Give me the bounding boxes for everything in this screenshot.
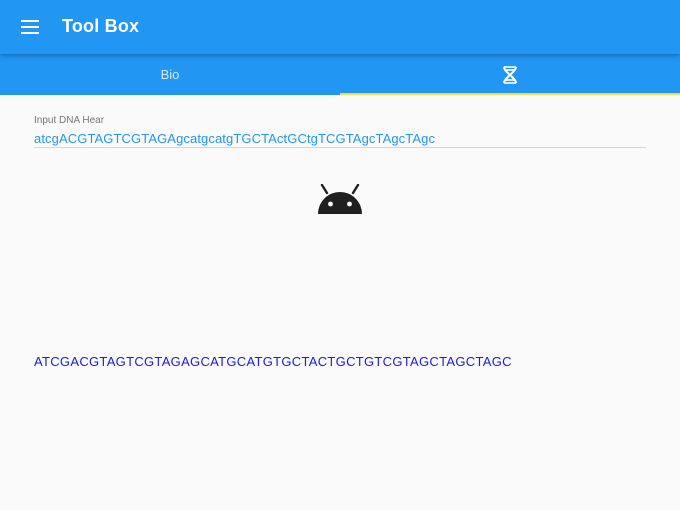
tab-bio-label: Bio [160, 67, 180, 82]
dna-input-field: Input DNA Hear [34, 112, 646, 148]
dna-input-underline [34, 147, 646, 148]
app-toolbar: Tool Box [0, 0, 680, 54]
hamburger-menu-icon[interactable] [21, 20, 39, 34]
android-icon [318, 184, 362, 214]
app-window: Tool Box Bio Input DNA Hear atcgACGTAGTC… [0, 0, 680, 510]
dna-input[interactable] [34, 128, 646, 148]
tab-bio[interactable]: Bio [0, 54, 340, 95]
tab-dna[interactable] [340, 54, 680, 95]
app-title: Tool Box [62, 16, 140, 36]
result-text: ATCGACGTAGTCGTAGAGCATGCATGTGCTACTGCTGTCG… [34, 354, 512, 369]
dna-icon [503, 65, 517, 84]
tab-selection-indicator [340, 93, 680, 95]
tab-bar: Bio [0, 54, 680, 95]
menu-button[interactable] [12, 9, 48, 45]
dna-input-label: Input DNA Hear [34, 115, 105, 126]
